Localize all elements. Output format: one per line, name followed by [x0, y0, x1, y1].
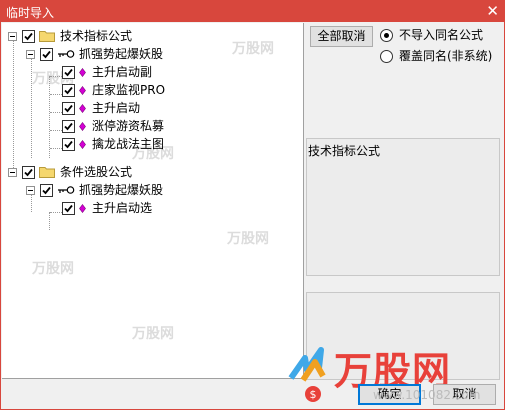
tree-leaf[interactable]: 擒龙战法主图: [62, 135, 164, 153]
diamond-icon: [79, 203, 86, 213]
tree-node-label: 主升启动: [92, 101, 141, 115]
formula-type-label: 技术指标公式: [308, 144, 381, 158]
tree-node-screening-formulas[interactable]: 条件选股公式: [8, 163, 132, 181]
diamond-icon: [79, 85, 86, 95]
folder-icon: [39, 167, 55, 178]
tree-leaf[interactable]: 庄家监视PRO: [62, 81, 165, 99]
folder-icon: [39, 31, 55, 42]
checkbox[interactable]: [62, 119, 75, 133]
diamond-icon: [79, 103, 86, 113]
diamond-icon: [79, 139, 86, 149]
tree-node-formula-group[interactable]: 抓强势起爆妖股: [26, 181, 163, 199]
tree-line: [31, 58, 32, 158]
tree-line: [49, 76, 50, 158]
tree-line: [50, 76, 62, 77]
watermark-tile: 万股网: [227, 231, 269, 247]
radio-no-import[interactable]: 不导入同名公式: [380, 27, 483, 43]
key-icon: [58, 186, 75, 194]
collapse-icon[interactable]: [26, 49, 35, 59]
watermark-tile: 万股网: [32, 261, 74, 277]
checkbox[interactable]: [62, 83, 75, 97]
tree-node-label: 涨停游资私募: [92, 119, 165, 133]
checkbox[interactable]: [62, 65, 75, 79]
tree-node-label: 主升启动选: [92, 201, 153, 215]
checkbox[interactable]: [40, 183, 53, 197]
checkbox[interactable]: [62, 201, 75, 215]
collapse-icon[interactable]: [8, 167, 17, 177]
tree-leaf[interactable]: 主升启动选: [62, 199, 152, 217]
radio-label: 覆盖同名(非系统): [399, 49, 493, 63]
tree-node-indicator-formulas[interactable]: 技术指标公式: [8, 27, 132, 45]
tree-node-label: 条件选股公式: [60, 165, 133, 179]
collapse-icon[interactable]: [26, 185, 35, 195]
tree-line: [13, 40, 14, 176]
close-icon[interactable]: ✕: [486, 1, 499, 21]
tree-node-label: 擒龙战法主图: [92, 137, 165, 151]
window-title: 临时导入: [6, 6, 55, 20]
tree-line: [50, 94, 62, 95]
tree-node-label: 庄家监视PRO: [92, 83, 166, 97]
tree-node-label: 抓强势起爆妖股: [79, 47, 164, 61]
tree-node-label: 主升启动副: [92, 65, 153, 79]
formula-tree[interactable]: 万股网 万股网 万股网 万股网 万股网 万股网 技术指标公式 抓强势起爆妖股 主…: [2, 23, 304, 379]
tree-leaf[interactable]: 主升启动: [62, 99, 140, 117]
radio-label: 不导入同名公式: [399, 28, 484, 42]
radio-unselected-icon[interactable]: [380, 49, 393, 63]
checkbox[interactable]: [22, 29, 35, 43]
radio-selected-icon[interactable]: [380, 28, 393, 42]
tree-line: [49, 212, 50, 230]
tree-line: [50, 112, 62, 113]
tree-node-label: 技术指标公式: [60, 29, 133, 43]
tree-line: [50, 212, 62, 213]
checkbox[interactable]: [40, 47, 53, 61]
radio-overwrite[interactable]: 覆盖同名(非系统): [380, 48, 492, 64]
title-bar: 临时导入 ✕: [0, 0, 505, 22]
tree-leaf[interactable]: 主升启动副: [62, 63, 152, 81]
diamond-icon: [79, 67, 86, 77]
tree-node-label: 抓强势起爆妖股: [79, 183, 164, 197]
collapse-icon[interactable]: [8, 31, 17, 41]
watermark-tile: 万股网: [232, 41, 274, 57]
tree-leaf[interactable]: 涨停游资私募: [62, 117, 164, 135]
checkbox[interactable]: [62, 137, 75, 151]
checkbox[interactable]: [22, 165, 35, 179]
dialog-body: 万股网 万股网 万股网 万股网 万股网 万股网 技术指标公式 抓强势起爆妖股 主…: [0, 22, 505, 410]
diamond-icon: [79, 121, 86, 131]
key-icon: [58, 50, 75, 58]
checkbox[interactable]: [62, 101, 75, 115]
svg-text:$: $: [310, 388, 317, 401]
tree-line: [50, 130, 62, 131]
watermark-url: www.101082.com: [373, 388, 481, 402]
cancel-all-button[interactable]: 全部取消: [310, 26, 373, 47]
tree-line: [50, 148, 62, 149]
tree-node-formula-group[interactable]: 抓强势起爆妖股: [26, 45, 163, 63]
watermark-tile: 万股网: [132, 326, 174, 342]
